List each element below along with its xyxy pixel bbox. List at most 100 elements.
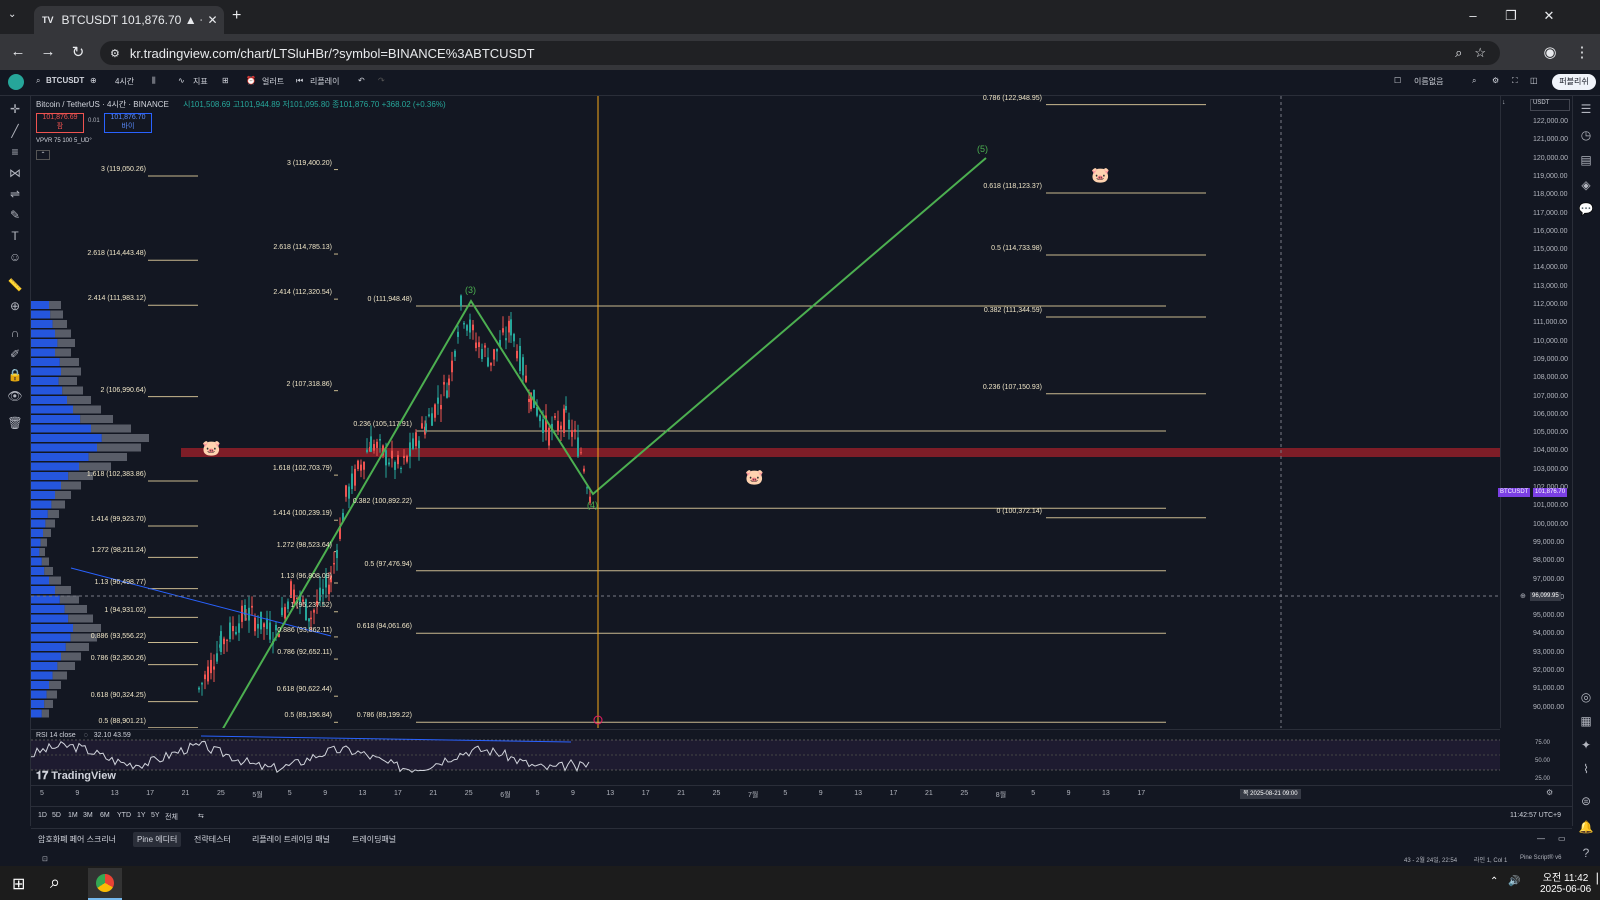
sell-button[interactable]: 101,876.69 팜 [36, 113, 84, 133]
prediction-tool-icon[interactable]: ⇌ [7, 187, 23, 201]
clock-display[interactable]: 11:42:57 UTC+9 [1510, 812, 1561, 819]
interval-button[interactable]: 4시간 [115, 76, 134, 87]
period-button-5d[interactable]: 5D [52, 812, 61, 819]
period-button-1y[interactable]: 1Y [137, 812, 146, 819]
window-close-button[interactable]: ✕ [1538, 8, 1560, 24]
browser-tab[interactable]: TV BTCUSDT 101,876.70 ▲ +0.36 ✕ [34, 6, 224, 34]
stay-drawing-icon[interactable]: ✐ [7, 347, 23, 361]
layers-icon[interactable]: ◈ [1578, 178, 1594, 192]
maximize-panel-icon[interactable]: ▭ [1558, 834, 1566, 843]
fib-tool-icon[interactable]: ≡ [7, 145, 23, 159]
watchlist-icon[interactable]: ☰ [1578, 102, 1594, 116]
tab-close-icon[interactable]: ✕ [208, 13, 218, 27]
goto-date-icon[interactable]: ⇆ [198, 812, 204, 820]
pine-icon[interactable]: ⌇ [1578, 762, 1594, 776]
crosshair-icon[interactable]: ✛ [7, 102, 23, 116]
notification-icon[interactable]: ▕ [1590, 874, 1598, 885]
notifications-bell-icon[interactable]: 🔔 [1578, 820, 1594, 834]
bottom-tab[interactable]: 리플레이 트레이딩 패널 [252, 834, 330, 845]
crosshair-plus-icon[interactable]: ⊕ [1520, 592, 1526, 600]
indicators-button[interactable]: 지표 [193, 76, 208, 87]
rsi-eye-icon[interactable]: ◌ [84, 732, 88, 739]
quick-search-icon[interactable]: ⌕ [1472, 76, 1476, 86]
buy-button[interactable]: 101,876.70 바이 [104, 113, 152, 133]
ideas-icon[interactable]: ✦ [1578, 738, 1594, 752]
target-icon[interactable]: ◎ [1578, 690, 1594, 704]
layouts-grid-icon[interactable]: ⊞ [222, 76, 229, 85]
help-icon[interactable]: ? [1578, 846, 1594, 860]
alerts-clock-icon[interactable]: ◷ [1578, 128, 1594, 142]
snapshot-camera-icon[interactable]: ◫ [1530, 76, 1538, 85]
minimize-button[interactable]: – [1462, 8, 1484, 23]
trend-line-icon[interactable]: ╱ [7, 124, 23, 138]
magnet-icon[interactable]: ∩ [7, 326, 23, 340]
new-tab-button[interactable]: + [232, 7, 241, 25]
zoom-in-icon[interactable]: ⊕ [7, 299, 23, 313]
period-button-전체[interactable]: 전체 [165, 812, 178, 822]
compare-plus-icon[interactable]: ⊕ [90, 76, 97, 85]
period-button-1m[interactable]: 1M [68, 812, 78, 819]
tv-profile-avatar[interactable] [8, 74, 24, 90]
ruler-icon[interactable]: 📏 [7, 278, 23, 292]
period-button-ytd[interactable]: YTD [117, 812, 131, 819]
signal-icon[interactable]: ⊜ [1578, 794, 1594, 808]
indicators-icon[interactable]: ∿ [178, 76, 185, 85]
redo-icon[interactable]: ↷ [378, 76, 385, 85]
bottom-tab[interactable]: 트레이딩패널 [352, 834, 396, 845]
symbol-search-button[interactable]: BTCUSDT [46, 76, 84, 85]
site-info-icon[interactable]: ⚙ [110, 47, 120, 60]
period-button-3m[interactable]: 3M [83, 812, 93, 819]
text-tool-icon[interactable]: T [7, 229, 23, 243]
layout-checkbox-icon[interactable]: ☐ [1394, 76, 1401, 85]
period-button-6m[interactable]: 6M [100, 812, 110, 819]
scale-down-icon[interactable]: ↓ [1502, 99, 1506, 106]
profile-icon[interactable]: ◉ [1540, 43, 1560, 61]
reload-icon[interactable]: ↻ [68, 43, 88, 61]
panel-toggle-icon[interactable]: ⊡ [42, 855, 48, 863]
eye-icon[interactable]: 👁 [7, 389, 23, 403]
rsi-pane[interactable] [30, 729, 1500, 784]
bottom-tab[interactable]: Pine 에디터 [133, 832, 182, 847]
calendar-icon[interactable]: ▦ [1578, 714, 1594, 728]
chrome-taskbar-button[interactable] [88, 868, 122, 900]
volume-icon[interactable]: 🔊 [1508, 876, 1520, 887]
settings-gear-icon[interactable]: ⚙ [1492, 76, 1499, 85]
alert-button[interactable]: 얼러트 [262, 76, 284, 87]
replay-icon[interactable]: ⏮ [296, 76, 303, 86]
windows-start-icon[interactable]: ⊞ [12, 874, 25, 894]
browser-menu-icon[interactable]: ⋮ [1572, 43, 1592, 61]
chart-type-icon[interactable]: ⫼ [152, 76, 156, 86]
bottom-tab[interactable]: 암호화폐 페어 스크리너 [38, 834, 116, 845]
trash-icon[interactable]: 🗑 [7, 416, 23, 430]
undo-icon[interactable]: ↶ [358, 76, 365, 85]
address-bar[interactable]: ⚙ kr.tradingview.com/chart/LTSluHBr/?sym… [100, 41, 1500, 65]
currency-select[interactable]: USDT [1530, 99, 1570, 111]
replay-button[interactable]: 리플레이 [310, 76, 339, 87]
zoom-icon[interactable]: ⌕ [1455, 45, 1462, 61]
axis-settings-icon[interactable]: ⚙ [1546, 788, 1553, 797]
back-icon[interactable]: ← [8, 43, 28, 60]
news-icon[interactable]: ▤ [1578, 153, 1594, 167]
chat-icon[interactable]: 💬 [1578, 202, 1594, 216]
symbol-search-icon[interactable]: ⌕ [36, 76, 40, 86]
pattern-tool-icon[interactable]: ⋈ [7, 166, 23, 180]
period-button-5y[interactable]: 5Y [151, 812, 160, 819]
bookmark-star-icon[interactable]: ☆ [1474, 45, 1486, 61]
alert-icon[interactable]: ⏰ [246, 76, 256, 85]
forward-icon[interactable]: → [38, 43, 58, 60]
publish-button[interactable]: 퍼블리쉬 [1552, 74, 1596, 90]
search-icon[interactable]: ⌕ [50, 872, 60, 893]
minimize-panel-icon[interactable]: — [1537, 834, 1545, 843]
layout-name-button[interactable]: 이름없음 [1414, 76, 1443, 87]
collapse-legend-icon[interactable]: ⌃ [36, 150, 50, 160]
fullscreen-icon[interactable]: ⛶ [1512, 76, 1518, 86]
system-clock[interactable]: 오전 11:42 2025-06-06 [1540, 869, 1591, 895]
tab-search-icon[interactable]: ⌄ [8, 9, 16, 20]
lock-icon[interactable]: 🔒 [7, 368, 23, 382]
bottom-tab[interactable]: 전략테스터 [194, 834, 231, 845]
brush-icon[interactable]: ✎ [7, 208, 23, 222]
period-button-1d[interactable]: 1D [38, 812, 47, 819]
emoji-icon[interactable]: ☺ [7, 250, 23, 264]
tray-chevron-icon[interactable]: ⌃ [1490, 876, 1498, 887]
restore-button[interactable]: ❐ [1500, 8, 1522, 24]
